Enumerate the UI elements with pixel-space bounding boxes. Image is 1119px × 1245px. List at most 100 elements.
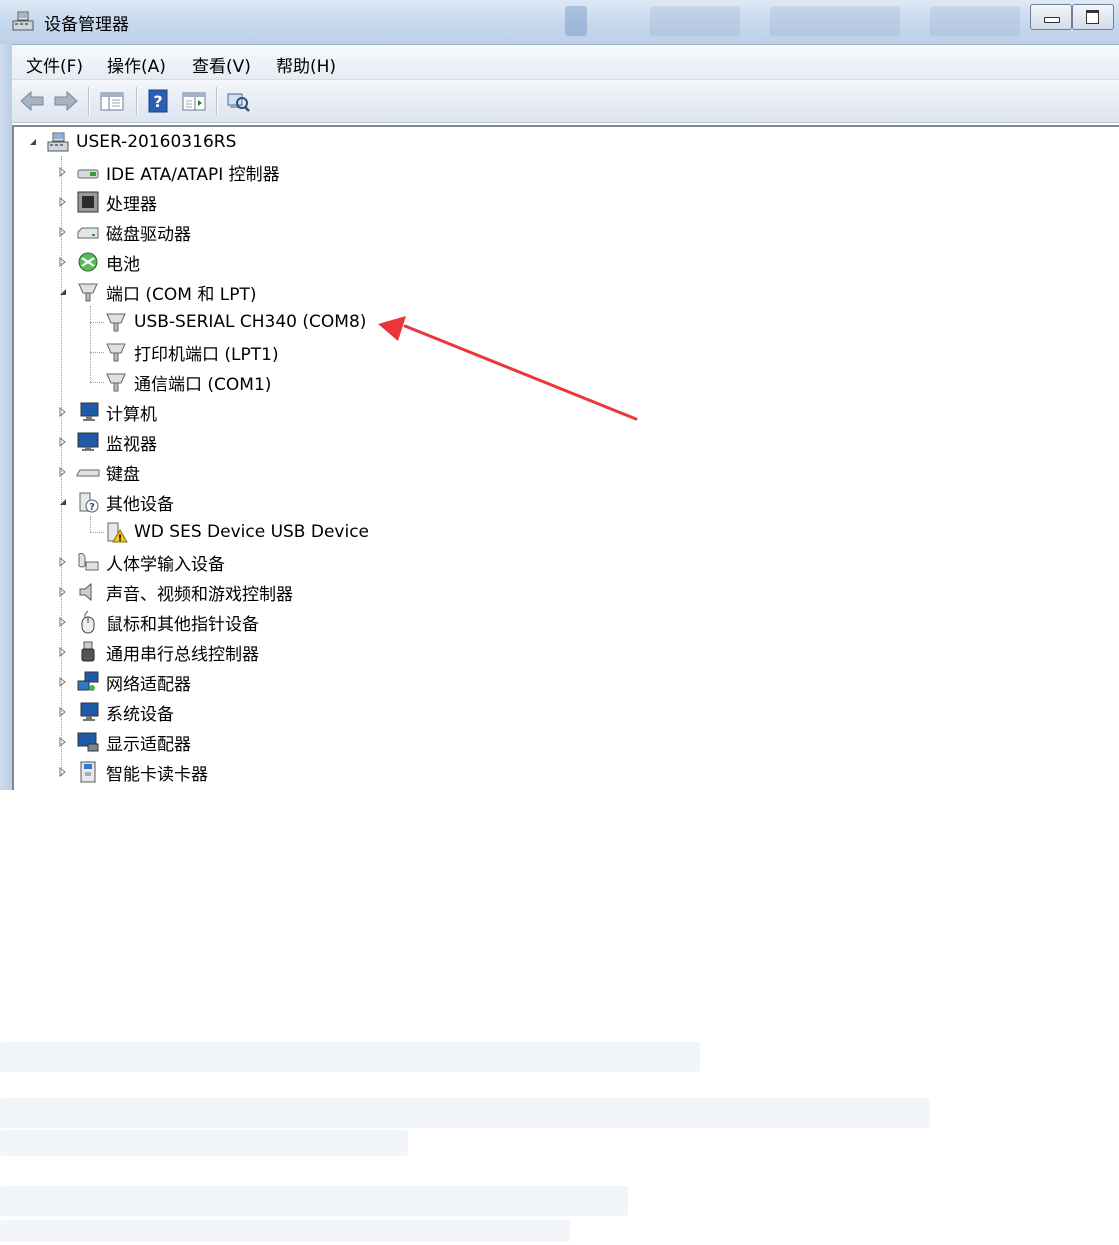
port-icon [106, 343, 126, 362]
battery-icon [78, 252, 98, 272]
expand-arrow-icon[interactable] [58, 227, 68, 237]
expand-arrow-icon[interactable] [58, 587, 68, 597]
disk-drive-icon [77, 227, 99, 239]
category-label: 系统设备 [106, 704, 174, 725]
svg-text:?: ? [153, 92, 162, 111]
computer-root-icon [47, 132, 69, 152]
category-system[interactable]: 系统设备 [76, 697, 174, 727]
menu-file[interactable]: 文件(F) [26, 52, 83, 77]
expand-arrow-icon[interactable] [58, 737, 68, 747]
category-label: 处理器 [106, 194, 157, 215]
category-display[interactable]: 显示适配器 [76, 727, 191, 757]
expand-arrow-icon[interactable] [58, 557, 68, 567]
category-label: 磁盘驱动器 [106, 224, 191, 245]
category-usb[interactable]: 通用串行总线控制器 [76, 637, 259, 667]
svg-text:!: ! [118, 534, 122, 544]
category-ide-ata[interactable]: IDE ATA/ATAPI 控制器 [76, 157, 280, 187]
faded-text-line [0, 1186, 628, 1216]
network-icon [77, 671, 99, 691]
tree-root[interactable]: USER-20160316RS [46, 127, 236, 157]
category-label: 智能卡读卡器 [106, 764, 208, 785]
device-label: USB-SERIAL CH340 (COM8) [134, 312, 367, 332]
menu-help[interactable]: 帮助(H) [276, 52, 336, 77]
expand-arrow-icon[interactable] [58, 617, 68, 627]
expand-arrow-icon[interactable] [58, 467, 68, 477]
title-bar: 设备管理器 [0, 0, 1119, 45]
expand-arrow-icon[interactable] [58, 707, 68, 717]
category-label: 显示适配器 [106, 734, 191, 755]
category-label: 通用串行总线控制器 [106, 644, 259, 665]
device-label: 打印机端口 (LPT1) [134, 344, 279, 365]
faded-text-line [0, 1098, 930, 1128]
expand-arrow-icon[interactable] [58, 677, 68, 687]
category-network[interactable]: 网络适配器 [76, 667, 191, 697]
port-icon [106, 373, 126, 392]
computer-icon [80, 402, 99, 421]
category-disk-drives[interactable]: 磁盘驱动器 [76, 217, 191, 247]
category-mouse[interactable]: 鼠标和其他指针设备 [76, 607, 259, 637]
expand-arrow-icon[interactable] [58, 437, 68, 447]
ide-controller-icon [77, 169, 99, 179]
device-manager-icon [12, 11, 34, 31]
back-icon[interactable] [18, 88, 46, 114]
system-icon [80, 702, 99, 721]
menu-bar: 文件(F) 操作(A) 查看(V) 帮助(H) [12, 45, 1119, 80]
menu-view[interactable]: 查看(V) [192, 52, 251, 77]
minimize-button[interactable] [1030, 4, 1072, 30]
console-tree-icon[interactable] [98, 88, 126, 114]
expand-arrow-icon[interactable] [58, 197, 68, 207]
category-label: 其他设备 [106, 494, 174, 515]
category-smart-card[interactable]: 智能卡读卡器 [76, 757, 208, 787]
category-label: IDE ATA/ATAPI 控制器 [106, 164, 280, 185]
expand-arrow-icon[interactable] [58, 167, 68, 177]
category-monitor[interactable]: 监视器 [76, 427, 157, 457]
collapse-arrow-icon[interactable] [28, 137, 38, 147]
category-computer[interactable]: 计算机 [76, 397, 157, 427]
category-ports[interactable]: 端口 (COM 和 LPT) [76, 277, 257, 307]
expand-arrow-icon[interactable] [58, 767, 68, 777]
port-icon [106, 313, 126, 332]
expand-arrow-icon[interactable] [58, 647, 68, 657]
hid-icon [78, 553, 99, 571]
device-manager-window: 设备管理器 文件(F) 操作(A) 查看(V) 帮助(H) ? USER-201… [0, 0, 1119, 790]
device-label: WD SES Device USB Device [134, 522, 370, 542]
category-sound[interactable]: 声音、视频和游戏控制器 [76, 577, 293, 607]
collapse-arrow-icon[interactable] [58, 497, 68, 507]
device-label: 通信端口 (COM1) [134, 374, 272, 395]
category-label: 声音、视频和游戏控制器 [106, 584, 293, 605]
faded-text-line [0, 1042, 700, 1072]
device-usb-serial-ch340[interactable]: USB-SERIAL CH340 (COM8) [104, 307, 366, 337]
sound-icon [79, 582, 92, 602]
keyboard-icon [76, 469, 100, 477]
category-label: 端口 (COM 和 LPT) [106, 284, 257, 305]
menu-action[interactable]: 操作(A) [107, 52, 166, 77]
device-communications-port[interactable]: 通信端口 (COM1) [104, 367, 271, 397]
device-printer-port[interactable]: 打印机端口 (LPT1) [104, 337, 279, 367]
category-keyboard[interactable]: 键盘 [76, 457, 140, 487]
processor-icon [77, 191, 99, 213]
properties-icon[interactable] [180, 88, 208, 114]
warning-device-icon: ! [107, 522, 128, 544]
category-other-devices[interactable]: ? 其他设备 [76, 487, 174, 517]
category-battery[interactable]: 电池 [76, 247, 140, 277]
help-icon[interactable]: ? [144, 88, 172, 114]
window-frame [0, 44, 12, 790]
device-wd-ses[interactable]: ! WD SES Device USB Device [104, 517, 369, 547]
other-devices-icon: ? [79, 492, 99, 513]
category-processor[interactable]: 处理器 [76, 187, 157, 217]
expand-arrow-icon[interactable] [58, 407, 68, 417]
maximize-button[interactable] [1072, 4, 1114, 30]
expand-arrow-icon[interactable] [58, 257, 68, 267]
category-hid[interactable]: 人体学输入设备 [76, 547, 225, 577]
display-icon [77, 732, 99, 752]
window-title: 设备管理器 [44, 15, 129, 35]
forward-icon[interactable] [52, 88, 80, 114]
category-label: 网络适配器 [106, 674, 191, 695]
tree-root-label: USER-20160316RS [76, 132, 237, 152]
usb-icon [81, 641, 95, 662]
collapse-arrow-icon[interactable] [58, 287, 68, 297]
category-label: 监视器 [106, 434, 157, 455]
category-label: 电池 [106, 254, 140, 275]
toolbar: ? [12, 80, 1119, 123]
scan-hardware-icon[interactable] [224, 88, 252, 114]
